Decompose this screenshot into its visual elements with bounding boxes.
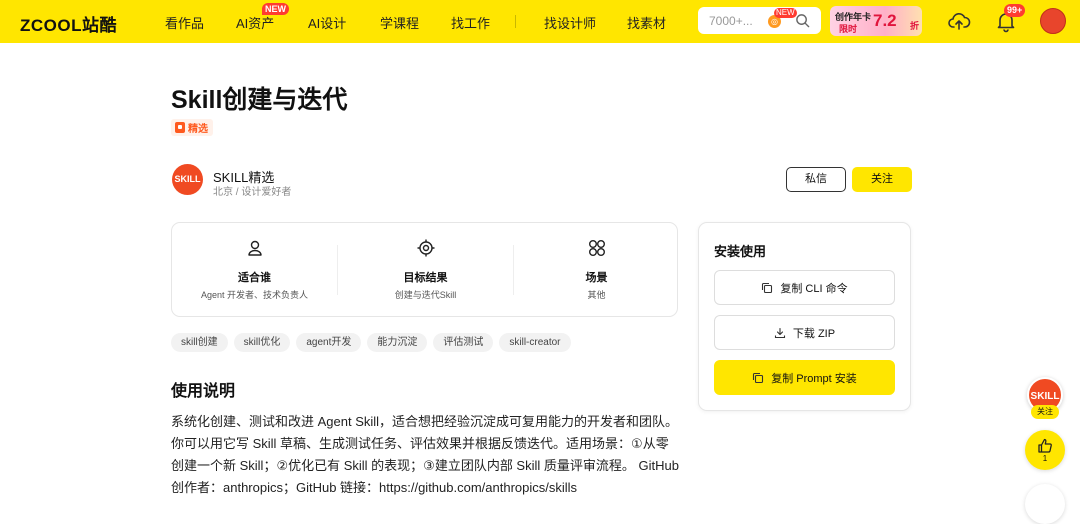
- download-icon: [774, 327, 785, 338]
- nav-item-courses[interactable]: 学课程: [380, 13, 419, 32]
- floating-follow-button[interactable]: 关注: [1031, 405, 1059, 419]
- search-input[interactable]: 7000+...: [709, 14, 753, 28]
- tag-chip[interactable]: 评估测试: [433, 333, 494, 352]
- copy-prompt-button[interactable]: 复制 Prompt 安装: [714, 360, 895, 395]
- nav-divider: [515, 15, 516, 28]
- copy-cli-button[interactable]: 复制 CLI 命令: [714, 270, 895, 305]
- thumbs-up-icon: [1038, 438, 1052, 453]
- info-value: Agent 开发者、技术负责人: [200, 290, 309, 300]
- info-goal: 目标结果 创建与迭代Skill: [338, 223, 513, 318]
- zcool-logo[interactable]: ZCOOL站酷: [20, 11, 117, 36]
- bookmark-icon: [175, 122, 185, 133]
- download-zip-label: 下载 ZIP: [792, 327, 836, 340]
- promo-price: 7.2: [873, 11, 897, 30]
- grid-icon: [588, 240, 605, 256]
- notification-badge: 99+: [1004, 4, 1026, 17]
- usage-description: 系统化创建、测试和改进 Agent Skill，适合想把经验沉淀成可复用能力的开…: [171, 414, 679, 495]
- author-avatar[interactable]: SKILL: [172, 164, 203, 195]
- user-icon: [247, 240, 262, 256]
- usage-title: 使用说明: [171, 383, 236, 400]
- install-card: 安装使用 复制 CLI 命令 下载 ZIP 复制 Prompt 安装: [698, 222, 911, 411]
- tag-chip[interactable]: agent开发: [296, 333, 362, 352]
- more-button[interactable]: [1025, 484, 1065, 524]
- tag-chip[interactable]: skill优化: [233, 333, 291, 352]
- promo-unit: 折: [910, 21, 920, 31]
- target-icon: [417, 239, 434, 257]
- copy-icon: [762, 282, 773, 293]
- nav-item-designers[interactable]: 找设计师: [544, 13, 596, 32]
- user-avatar[interactable]: [1040, 8, 1066, 34]
- info-heading: 适合谁: [238, 272, 271, 284]
- featured-label: 精选: [188, 124, 208, 135]
- info-scenario: 场景 其他: [514, 223, 679, 318]
- nav-item-ai-design[interactable]: AI设计: [308, 13, 346, 32]
- author-meta: 北京 / 设计爱好者: [213, 187, 292, 198]
- tag-chip[interactable]: skill-creator: [499, 333, 571, 352]
- info-value: 创建与迭代Skill: [394, 290, 457, 300]
- info-heading: 目标结果: [403, 272, 448, 284]
- follow-button[interactable]: 关注: [852, 167, 912, 192]
- nav-item-jobs[interactable]: 找工作: [451, 13, 490, 32]
- message-button[interactable]: 私信: [786, 167, 846, 192]
- promo-line2: 限时: [839, 24, 858, 34]
- promo-banner[interactable]: 创作年卡 限时 7.2 折: [830, 6, 922, 36]
- tag-chip[interactable]: skill创建: [171, 333, 228, 352]
- copy-cli-label: 复制 CLI 命令: [780, 282, 848, 295]
- upload-cloud-icon[interactable]: [947, 9, 971, 33]
- nav-item-materials[interactable]: 找素材: [627, 13, 666, 32]
- page-title: Skill创建与迭代: [171, 86, 348, 114]
- tag-chip[interactable]: 能力沉淀: [367, 333, 428, 352]
- search-icon[interactable]: [795, 13, 810, 28]
- copy-icon: [753, 372, 764, 383]
- new-badge: NEW: [262, 3, 289, 15]
- search-new-badge: NEW: [774, 8, 797, 18]
- like-count: 1: [1042, 454, 1048, 463]
- info-audience: 适合谁 Agent 开发者、技术负责人: [172, 223, 337, 318]
- nav-item-ai-assets[interactable]: AI资产: [236, 13, 274, 32]
- info-value: 其他: [587, 290, 606, 300]
- top-nav: ZCOOL站酷 看作品 AI资产 NEW AI设计 学课程 找工作 找设计师 找…: [0, 0, 1080, 43]
- info-heading: 场景: [585, 272, 608, 284]
- like-button[interactable]: 1: [1025, 430, 1065, 470]
- info-card: 适合谁 Agent 开发者、技术负责人 目标结果 创建与迭代Skill 场景 其…: [171, 222, 678, 317]
- search-box[interactable]: 7000+... ◎ NEW: [698, 7, 821, 34]
- copy-prompt-label: 复制 Prompt 安装: [771, 372, 857, 385]
- install-title: 安装使用: [714, 244, 767, 259]
- nav-item-works[interactable]: 看作品: [165, 13, 204, 32]
- download-zip-button[interactable]: 下载 ZIP: [714, 315, 895, 350]
- featured-tag: 精选: [171, 119, 213, 136]
- tag-list: skill创建 skill优化 agent开发 能力沉淀 评估测试 skill-…: [171, 333, 571, 352]
